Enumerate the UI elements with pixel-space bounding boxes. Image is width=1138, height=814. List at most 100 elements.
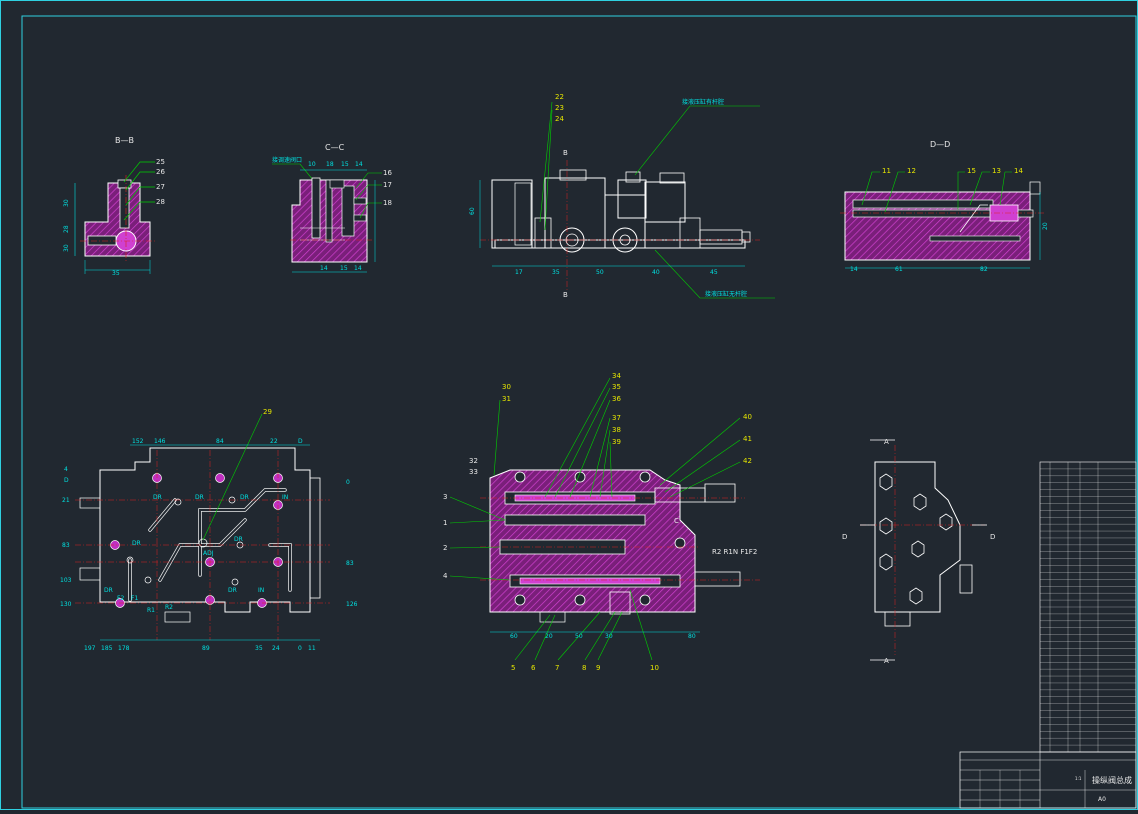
svg-text:15: 15 [341,161,349,168]
svg-text:35: 35 [255,645,263,652]
svg-text:D: D [842,533,847,541]
front-section-mark-top: B [563,149,568,157]
svg-text:14: 14 [355,161,363,168]
svg-text:D: D [64,477,69,484]
svg-text:21: 21 [62,497,70,504]
svg-text:R2: R2 [165,604,173,611]
b-b-label-25: 25 [156,158,165,166]
plan-label-29: 29 [263,408,272,416]
svg-text:89: 89 [202,645,210,652]
svg-text:197: 197 [84,645,96,652]
svg-text:30: 30 [502,383,511,391]
svg-text:178: 178 [118,645,130,652]
svg-text:0: 0 [346,479,350,486]
svg-text:37: 37 [612,414,621,422]
svg-text:146: 146 [154,438,166,445]
view-front: B B 22 23 24 接液压缸有杆腔 接液压缸无杆腔 17 35 50 40… [469,93,775,299]
title-block: 操纵阀总成 A0 1:1 [959,751,1137,809]
svg-text:20: 20 [545,633,553,640]
b-b-label-28: 28 [156,198,165,206]
svg-text:12: 12 [907,167,916,175]
view-b-b: B—B 25 26 27 28 35 30 28 30 [63,136,165,277]
svg-text:152: 152 [132,438,144,445]
svg-text:7: 7 [555,664,559,672]
svg-text:15: 15 [340,265,348,272]
svg-text:D: D [298,438,303,445]
svg-text:9: 9 [596,664,600,672]
svg-text:31: 31 [502,395,511,403]
svg-text:11: 11 [882,167,891,175]
svg-text:60: 60 [510,633,518,640]
svg-text:30: 30 [63,244,70,252]
svg-text:ADJ: ADJ [203,550,214,557]
svg-text:36: 36 [612,395,621,403]
svg-text:40: 40 [652,269,660,276]
svg-text:DR: DR [228,587,237,594]
svg-text:20: 20 [1042,222,1049,230]
svg-text:F1: F1 [131,595,138,602]
svg-text:0: 0 [298,645,302,652]
svg-text:39: 39 [612,438,621,446]
front-note-bottom: 接液压缸无杆腔 [705,290,747,298]
svg-text:8: 8 [582,664,586,672]
svg-text:35: 35 [552,269,560,276]
svg-text:82: 82 [980,266,988,273]
b-b-label-27: 27 [156,183,165,191]
svg-text:32: 32 [469,457,478,465]
parts-list [1039,461,1137,753]
inner-border [21,15,1137,809]
front-section-mark-bottom: B [563,291,568,299]
svg-text:35: 35 [612,383,621,391]
svg-text:3: 3 [443,493,447,501]
view-plan: 29 152 146 84 22 D 4 D 21 83 103 130 0 8… [60,408,358,652]
svg-text:4: 4 [443,572,448,580]
svg-text:83: 83 [62,542,70,549]
front-note-top: 接液压缸有杆腔 [682,98,724,106]
drawing-sheet: B—B 25 26 27 28 35 30 28 30 C—C 接调速阀口 10… [0,0,1138,810]
svg-text:DR: DR [104,587,113,594]
svg-text:83: 83 [346,560,354,567]
svg-text:34: 34 [612,372,621,380]
svg-text:11: 11 [308,645,316,652]
svg-text:126: 126 [346,601,358,608]
drawing-canvas: B—B 25 26 27 28 35 30 28 30 C—C 接调速阀口 10… [0,0,1138,810]
svg-text:F2: F2 [117,595,124,602]
svg-text:50: 50 [575,633,583,640]
svg-text:R1: R1 [147,607,155,614]
svg-text:D: D [990,533,995,541]
svg-text:DR: DR [234,536,243,543]
svg-text:80: 80 [688,633,696,640]
view-side: A A D D [842,438,995,665]
svg-text:10: 10 [308,161,316,168]
svg-text:24: 24 [272,645,280,652]
svg-text:4: 4 [64,466,68,473]
svg-text:40: 40 [743,413,752,421]
svg-text:A: A [884,657,889,665]
view-section: 30 31 32 33 34 35 36 37 38 39 40 41 42 3… [443,372,760,672]
svg-text:18: 18 [383,199,392,207]
svg-text:15: 15 [967,167,976,175]
svg-text:33: 33 [469,468,478,476]
svg-text:DR: DR [195,494,204,501]
svg-text:DR: DR [132,540,141,547]
svg-text:10: 10 [650,664,659,672]
drawing-title: 操纵阀总成 [1092,775,1132,785]
view-c-c-title: C—C [325,143,345,152]
svg-text:84: 84 [216,438,224,445]
svg-text:41: 41 [743,435,752,443]
svg-text:50: 50 [596,269,604,276]
svg-text:18: 18 [326,161,334,168]
svg-text:DR: DR [153,494,162,501]
svg-text:2: 2 [443,544,447,552]
svg-text:60: 60 [469,207,476,215]
svg-text:61: 61 [895,266,903,273]
svg-text:14: 14 [320,265,328,272]
svg-text:1: 1 [443,519,447,527]
view-b-b-title: B—B [115,136,134,145]
svg-text:C: C [674,517,679,525]
svg-text:22: 22 [555,93,564,101]
svg-text:17: 17 [515,269,523,276]
section-port-labels: R2 R1N F1F2 [712,548,757,556]
svg-text:30: 30 [605,633,613,640]
svg-text:13: 13 [992,167,1001,175]
